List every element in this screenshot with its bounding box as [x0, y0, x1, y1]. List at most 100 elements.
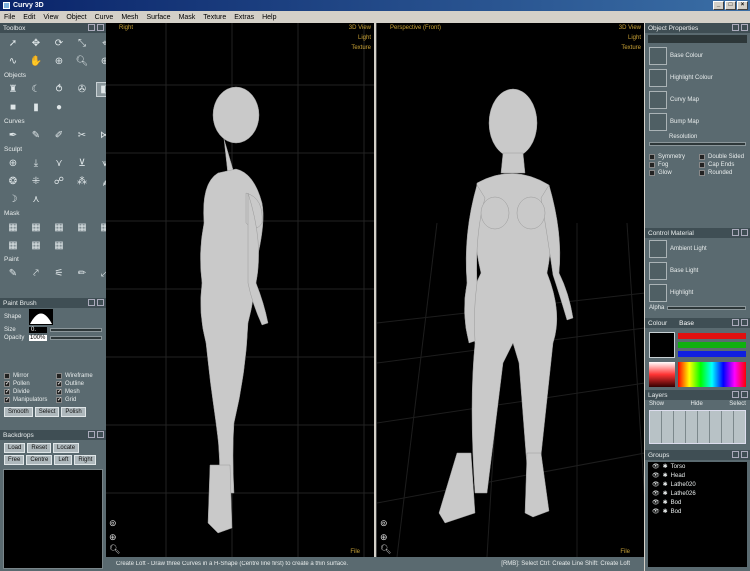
- opacity-slider[interactable]: [50, 336, 102, 340]
- scale-icon[interactable]: ⤡: [73, 36, 91, 51]
- panel-close-icon[interactable]: [97, 24, 104, 31]
- layers-show-button[interactable]: Show: [649, 401, 664, 407]
- sculpt-target-icon[interactable]: ⊕: [4, 156, 22, 171]
- pen-icon[interactable]: ✒: [4, 128, 22, 143]
- base-colour-swatch[interactable]: [649, 47, 667, 65]
- mask-pattern-icon[interactable]: ▦: [4, 238, 22, 253]
- polish-button[interactable]: Polish: [61, 407, 86, 417]
- panel-close-icon[interactable]: [741, 391, 748, 398]
- glow-checkbox[interactable]: [649, 170, 655, 176]
- lock-icon[interactable]: ✱: [663, 508, 668, 515]
- menu-surface[interactable]: Surface: [142, 14, 174, 21]
- panel-close-icon[interactable]: [741, 229, 748, 236]
- panel-menu-icon[interactable]: [88, 299, 95, 306]
- sphere-icon[interactable]: ●: [50, 100, 68, 115]
- viewport-right-texture[interactable]: Texture: [621, 45, 641, 51]
- viewport-left-file[interactable]: File: [350, 549, 360, 555]
- lock-icon[interactable]: ✱: [663, 463, 668, 470]
- highlight-colour-swatch[interactable]: [649, 69, 667, 87]
- menu-view[interactable]: View: [39, 14, 62, 21]
- mask-pattern-icon[interactable]: ▦: [73, 220, 91, 235]
- menu-file[interactable]: File: [0, 14, 19, 21]
- rounded-checkbox[interactable]: [699, 170, 705, 176]
- menu-extras[interactable]: Extras: [230, 14, 258, 21]
- eye-icon[interactable]: 👁: [652, 481, 660, 488]
- cylinder-icon[interactable]: ▮: [27, 100, 45, 115]
- viewport-left-move-icon[interactable]: ⊕: [109, 532, 117, 543]
- sculpt-moon-icon[interactable]: ☽: [4, 192, 22, 207]
- resolution-slider[interactable]: [649, 142, 746, 146]
- backdrop-left-button[interactable]: Left: [54, 455, 73, 465]
- panel-menu-icon[interactable]: [732, 451, 739, 458]
- twist-icon[interactable]: ✇: [73, 82, 91, 97]
- paint-pen-icon[interactable]: ✏: [73, 266, 91, 281]
- lock-icon[interactable]: ✱: [663, 490, 668, 497]
- layers-grid[interactable]: [649, 410, 746, 444]
- viewport-left-zoom-icon[interactable]: 🔍︎: [109, 544, 120, 555]
- lathe-icon[interactable]: ♜: [4, 82, 22, 97]
- menu-texture[interactable]: Texture: [199, 14, 230, 21]
- move-icon[interactable]: ✥: [27, 36, 45, 51]
- loft-icon[interactable]: ◧: [96, 82, 106, 97]
- panel-menu-icon[interactable]: [732, 319, 739, 326]
- panel-menu-icon[interactable]: [88, 24, 95, 31]
- viewport-left-light[interactable]: Light: [358, 35, 371, 41]
- symmetry-checkbox[interactable]: [649, 154, 655, 160]
- highlight-swatch[interactable]: [649, 284, 667, 302]
- wireframe-checkbox[interactable]: [56, 373, 62, 379]
- eye-icon[interactable]: 👁: [652, 463, 660, 470]
- backdrop-free-button[interactable]: Free: [4, 455, 25, 465]
- lock-icon[interactable]: ✱: [663, 481, 668, 488]
- cube-icon[interactable]: ■: [4, 100, 22, 115]
- alpha-slider[interactable]: [667, 306, 746, 310]
- grid-checkbox[interactable]: ✓: [56, 397, 62, 403]
- divide-checkbox[interactable]: ✓: [4, 389, 10, 395]
- maximize-button[interactable]: □: [725, 1, 736, 10]
- sculpt-fork-icon[interactable]: ⋏: [27, 192, 45, 207]
- colour-tab-base[interactable]: Base: [679, 320, 694, 327]
- pencil-icon[interactable]: ✎: [27, 128, 45, 143]
- close-button[interactable]: ×: [737, 1, 748, 10]
- mask-pattern-icon[interactable]: ▦: [96, 220, 106, 235]
- panel-menu-icon[interactable]: [732, 391, 739, 398]
- layers-hide-button[interactable]: Hide: [690, 401, 702, 407]
- red-slider[interactable]: [678, 333, 746, 339]
- double-sided-checkbox[interactable]: [699, 154, 705, 160]
- eye-icon[interactable]: 👁: [652, 472, 660, 479]
- paint-brush-icon[interactable]: ✎: [4, 266, 22, 281]
- viewport-left-target-icon[interactable]: ⊚: [109, 518, 117, 529]
- zoom-icon[interactable]: 🔍︎: [73, 54, 91, 69]
- brush-curve-icon[interactable]: ✐: [50, 128, 68, 143]
- paint-spray-icon[interactable]: ⚟: [50, 266, 68, 281]
- minimize-button[interactable]: _: [713, 1, 724, 10]
- menu-mask[interactable]: Mask: [175, 14, 200, 21]
- panel-close-icon[interactable]: [97, 299, 104, 306]
- backdrop-right-button[interactable]: Right: [74, 455, 97, 465]
- eye-icon[interactable]: 👁: [652, 499, 660, 506]
- mirror-checkbox[interactable]: [4, 373, 10, 379]
- sculpt-noise-icon[interactable]: ⁂: [73, 174, 91, 189]
- shade-picker[interactable]: [649, 362, 675, 387]
- curvy-map-swatch[interactable]: [649, 91, 667, 109]
- menu-mesh[interactable]: Mesh: [117, 14, 142, 21]
- ambient-light-swatch[interactable]: [649, 240, 667, 258]
- sculpt-flatten-icon[interactable]: ⩛: [96, 156, 106, 171]
- viewport-left-texture[interactable]: Texture: [351, 45, 371, 51]
- group-item[interactable]: 👁 ✱ Bod: [648, 498, 747, 507]
- viewport-perspective[interactable]: Perspective (Front) 3D View Light Textur…: [376, 23, 644, 557]
- menu-object[interactable]: Object: [62, 14, 90, 21]
- mask-pattern-icon[interactable]: ▦: [27, 238, 45, 253]
- group-item[interactable]: 👁 ✱ Lathe026: [648, 489, 747, 498]
- pollen-checkbox[interactable]: ✓: [4, 381, 10, 387]
- mask-pattern-icon[interactable]: ▦: [4, 220, 22, 235]
- sculpt-smooth-icon[interactable]: ❂: [4, 174, 22, 189]
- green-slider[interactable]: [678, 342, 746, 348]
- panel-menu-icon[interactable]: [732, 229, 739, 236]
- eye-icon[interactable]: 👁: [652, 508, 660, 515]
- viewport-left-3dview[interactable]: 3D View: [349, 25, 371, 31]
- group-item[interactable]: 👁 ✱ Head: [648, 471, 747, 480]
- panel-close-icon[interactable]: [741, 319, 748, 326]
- size-slider[interactable]: [50, 328, 102, 332]
- panel-close-icon[interactable]: [741, 451, 748, 458]
- backdrop-reset-button[interactable]: Reset: [27, 443, 52, 453]
